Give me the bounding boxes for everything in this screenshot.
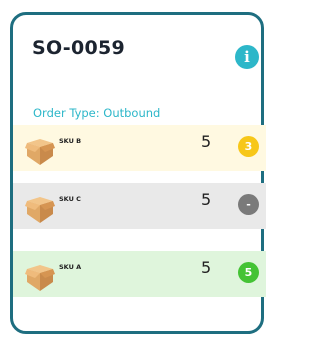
sku-label: SKU C — [59, 195, 81, 203]
sku-label: SKU B — [59, 137, 82, 145]
order-type-label: Order Type: Outbound — [33, 106, 161, 120]
list-item[interactable]: SKU C 5 - — [13, 183, 266, 229]
status-badge: 3 — [238, 136, 259, 157]
quantity-value: 5 — [201, 190, 212, 209]
sku-label: SKU A — [59, 263, 82, 271]
package-box-icon — [25, 265, 55, 291]
order-id-title: SO-0059 — [32, 37, 126, 59]
info-icon[interactable]: i — [235, 45, 259, 69]
quantity-value: 5 — [201, 258, 212, 277]
list-item[interactable]: SKU B 5 3 — [13, 125, 266, 171]
list-item[interactable]: SKU A 5 5 — [13, 251, 266, 297]
package-box-icon — [25, 197, 55, 223]
quantity-value: 5 — [201, 132, 212, 151]
status-badge: - — [238, 194, 259, 215]
package-box-icon — [25, 139, 55, 165]
status-badge: 5 — [238, 262, 259, 283]
